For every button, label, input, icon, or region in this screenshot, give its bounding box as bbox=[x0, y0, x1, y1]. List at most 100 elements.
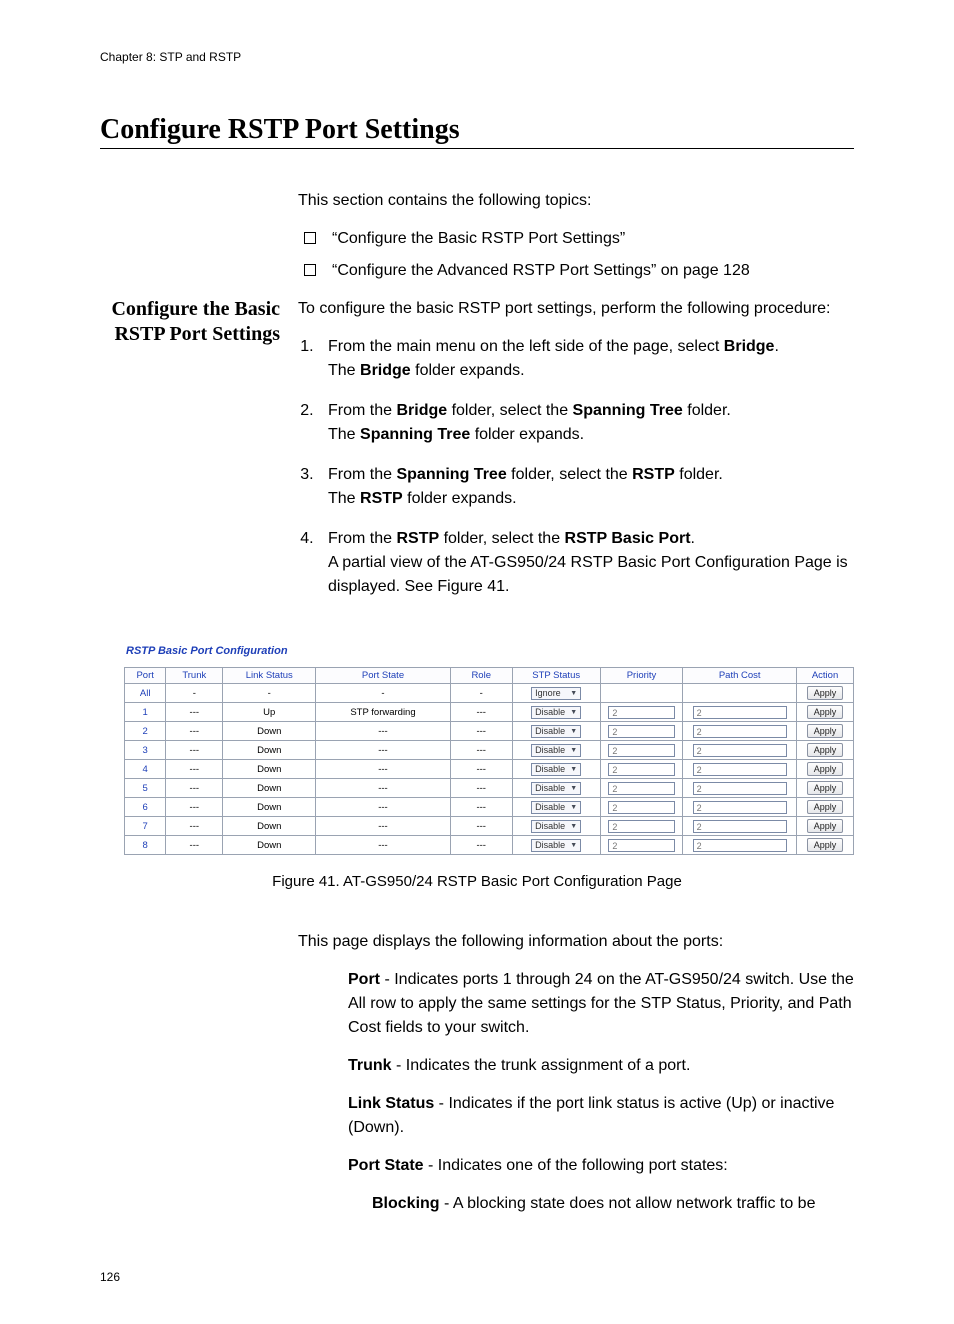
cell-action: Apply bbox=[797, 684, 854, 703]
priority-input[interactable]: 2 bbox=[608, 820, 674, 833]
path-cost-input[interactable]: 2 bbox=[693, 706, 787, 719]
figure-title: RSTP Basic Port Configuration bbox=[126, 645, 854, 657]
apply-button[interactable]: Apply bbox=[807, 743, 843, 757]
procedure-intro: To configure the basic RSTP port setting… bbox=[298, 297, 854, 321]
apply-button[interactable]: Apply bbox=[807, 724, 843, 738]
cell-priority bbox=[600, 684, 683, 703]
cell-stp-status: Disable▼ bbox=[512, 817, 600, 836]
priority-input[interactable]: 2 bbox=[608, 763, 674, 776]
cell-port-state: --- bbox=[316, 798, 450, 817]
cell-port: 8 bbox=[125, 836, 166, 855]
page-number: 126 bbox=[100, 1270, 854, 1284]
table-row: 4---Down------Disable▼22Apply bbox=[125, 760, 854, 779]
cell-path-cost: 2 bbox=[683, 836, 797, 855]
cell-path-cost: 2 bbox=[683, 798, 797, 817]
stp-status-select[interactable]: Ignore▼ bbox=[531, 687, 581, 700]
apply-button[interactable]: Apply bbox=[807, 838, 843, 852]
stp-status-select[interactable]: Disable▼ bbox=[531, 839, 581, 852]
cell-action: Apply bbox=[797, 817, 854, 836]
def-trunk: Trunk - Indicates the trunk assignment o… bbox=[348, 1054, 854, 1078]
cell-role: --- bbox=[450, 722, 512, 741]
cell-port-state: --- bbox=[316, 722, 450, 741]
apply-button[interactable]: Apply bbox=[807, 819, 843, 833]
cell-port-state: STP forwarding bbox=[316, 703, 450, 722]
apply-button[interactable]: Apply bbox=[807, 686, 843, 700]
chevron-down-icon: ▼ bbox=[570, 747, 577, 754]
cell-port-state: --- bbox=[316, 760, 450, 779]
cell-link-status: Down bbox=[223, 836, 316, 855]
priority-input[interactable]: 2 bbox=[608, 725, 674, 738]
figure-41: RSTP Basic Port Configuration Port Trunk… bbox=[100, 645, 854, 855]
path-cost-input[interactable]: 2 bbox=[693, 763, 787, 776]
cell-role: --- bbox=[450, 798, 512, 817]
procedure-steps: From the main menu on the left side of t… bbox=[298, 335, 854, 599]
table-row: 5---Down------Disable▼22Apply bbox=[125, 779, 854, 798]
def-link-status: Link Status - Indicates if the port link… bbox=[348, 1092, 854, 1140]
cell-priority: 2 bbox=[600, 836, 683, 855]
path-cost-input[interactable]: 2 bbox=[693, 801, 787, 814]
cell-link-status: Down bbox=[223, 760, 316, 779]
cell-role: --- bbox=[450, 760, 512, 779]
table-row: 8---Down------Disable▼22Apply bbox=[125, 836, 854, 855]
chevron-down-icon: ▼ bbox=[570, 766, 577, 773]
priority-input[interactable]: 2 bbox=[608, 782, 674, 795]
stp-status-select[interactable]: Disable▼ bbox=[531, 820, 581, 833]
col-priority: Priority bbox=[600, 668, 683, 684]
col-pathcost: Path Cost bbox=[683, 668, 797, 684]
cell-stp-status: Disable▼ bbox=[512, 703, 600, 722]
step-1: From the main menu on the left side of t… bbox=[318, 335, 854, 383]
stp-status-select[interactable]: Disable▼ bbox=[531, 744, 581, 757]
cell-action: Apply bbox=[797, 722, 854, 741]
cell-trunk: --- bbox=[166, 798, 223, 817]
cell-priority: 2 bbox=[600, 741, 683, 760]
cell-stp-status: Disable▼ bbox=[512, 760, 600, 779]
priority-input[interactable]: 2 bbox=[608, 839, 674, 852]
apply-button[interactable]: Apply bbox=[807, 781, 843, 795]
stp-status-select[interactable]: Disable▼ bbox=[531, 801, 581, 814]
cell-trunk: --- bbox=[166, 760, 223, 779]
path-cost-input[interactable]: 2 bbox=[693, 725, 787, 738]
priority-input[interactable]: 2 bbox=[608, 801, 674, 814]
priority-input[interactable]: 2 bbox=[608, 744, 674, 757]
table-header-row: Port Trunk Link Status Port State Role S… bbox=[125, 668, 854, 684]
intro-text: This section contains the following topi… bbox=[298, 189, 854, 213]
col-state: Port State bbox=[316, 668, 450, 684]
step-2: From the Bridge folder, select the Spann… bbox=[318, 399, 854, 447]
cell-action: Apply bbox=[797, 741, 854, 760]
col-action: Action bbox=[797, 668, 854, 684]
rstp-port-table: Port Trunk Link Status Port State Role S… bbox=[124, 667, 854, 855]
cell-path-cost: 2 bbox=[683, 722, 797, 741]
cell-stp-status: Disable▼ bbox=[512, 779, 600, 798]
chevron-down-icon: ▼ bbox=[570, 690, 577, 697]
cell-priority: 2 bbox=[600, 703, 683, 722]
cell-trunk: --- bbox=[166, 817, 223, 836]
path-cost-input[interactable]: 2 bbox=[693, 744, 787, 757]
cell-port: All bbox=[125, 684, 166, 703]
table-row: 3---Down------Disable▼22Apply bbox=[125, 741, 854, 760]
path-cost-input[interactable]: 2 bbox=[693, 782, 787, 795]
priority-input[interactable]: 2 bbox=[608, 706, 674, 719]
cell-port: 5 bbox=[125, 779, 166, 798]
apply-button[interactable]: Apply bbox=[807, 705, 843, 719]
chevron-down-icon: ▼ bbox=[570, 728, 577, 735]
cell-link-status: Down bbox=[223, 741, 316, 760]
def-port-state: Port State - Indicates one of the follow… bbox=[348, 1154, 854, 1178]
apply-button[interactable]: Apply bbox=[807, 762, 843, 776]
cell-path-cost: 2 bbox=[683, 703, 797, 722]
path-cost-input[interactable]: 2 bbox=[693, 839, 787, 852]
cell-role: --- bbox=[450, 817, 512, 836]
path-cost-input[interactable]: 2 bbox=[693, 820, 787, 833]
apply-button[interactable]: Apply bbox=[807, 800, 843, 814]
cell-role: --- bbox=[450, 703, 512, 722]
stp-status-select[interactable]: Disable▼ bbox=[531, 706, 581, 719]
stp-status-select[interactable]: Disable▼ bbox=[531, 763, 581, 776]
chevron-down-icon: ▼ bbox=[570, 842, 577, 849]
stp-status-select[interactable]: Disable▼ bbox=[531, 725, 581, 738]
cell-port-state: - bbox=[316, 684, 450, 703]
topic-item: “Configure the Basic RSTP Port Settings” bbox=[298, 227, 854, 251]
cell-action: Apply bbox=[797, 836, 854, 855]
col-role: Role bbox=[450, 668, 512, 684]
stp-status-select[interactable]: Disable▼ bbox=[531, 782, 581, 795]
cell-role: --- bbox=[450, 779, 512, 798]
cell-stp-status: Disable▼ bbox=[512, 741, 600, 760]
